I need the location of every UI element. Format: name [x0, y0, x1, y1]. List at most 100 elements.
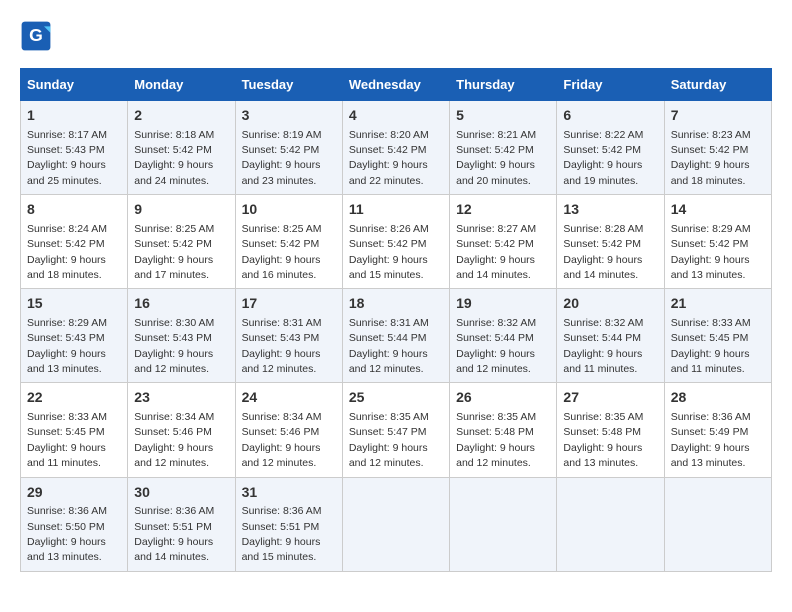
table-row: 16 Sunrise: 8:30 AM Sunset: 5:43 PM Dayli…	[128, 289, 235, 383]
table-row: 19 Sunrise: 8:32 AM Sunset: 5:44 PM Dayli…	[450, 289, 557, 383]
col-header-tuesday: Tuesday	[235, 69, 342, 101]
calendar-week-row: 29Sunrise: 8:36 AM Sunset: 5:50 PM Dayli…	[21, 477, 772, 571]
col-header-sunday: Sunday	[21, 69, 128, 101]
day-info: Sunrise: 8:21 AM Sunset: 5:42 PM Dayligh…	[456, 129, 536, 187]
day-number: 7	[671, 106, 765, 126]
day-info: Sunrise: 8:29 AM Sunset: 5:42 PM Dayligh…	[671, 223, 751, 281]
day-info: Sunrise: 8:36 AM Sunset: 5:51 PM Dayligh…	[134, 505, 214, 563]
day-info: Sunrise: 8:36 AM Sunset: 5:50 PM Dayligh…	[27, 505, 107, 563]
table-row: 14 Sunrise: 8:29 AM Sunset: 5:42 PM Dayli…	[664, 195, 771, 289]
day-number: 18	[349, 294, 443, 314]
calendar-week-row: 1 Sunrise: 8:17 AM Sunset: 5:43 PM Daylig…	[21, 101, 772, 195]
day-info: Sunrise: 8:30 AM Sunset: 5:43 PM Dayligh…	[134, 317, 214, 375]
day-info: Sunrise: 8:18 AM Sunset: 5:42 PM Dayligh…	[134, 129, 214, 187]
day-info: Sunrise: 8:25 AM Sunset: 5:42 PM Dayligh…	[242, 223, 322, 281]
day-number: 4	[349, 106, 443, 126]
day-info: Sunrise: 8:32 AM Sunset: 5:44 PM Dayligh…	[456, 317, 536, 375]
table-row: 23Sunrise: 8:34 AM Sunset: 5:46 PM Dayli…	[128, 383, 235, 477]
day-number: 31	[242, 483, 336, 503]
col-header-friday: Friday	[557, 69, 664, 101]
table-row: 2Sunrise: 8:18 AM Sunset: 5:42 PM Daylig…	[128, 101, 235, 195]
calendar-week-row: 8Sunrise: 8:24 AM Sunset: 5:42 PM Daylig…	[21, 195, 772, 289]
day-number: 30	[134, 483, 228, 503]
day-info: Sunrise: 8:33 AM Sunset: 5:45 PM Dayligh…	[27, 411, 107, 469]
day-info: Sunrise: 8:31 AM Sunset: 5:43 PM Dayligh…	[242, 317, 322, 375]
day-number: 17	[242, 294, 336, 314]
col-header-wednesday: Wednesday	[342, 69, 449, 101]
calendar-header-row: SundayMondayTuesdayWednesdayThursdayFrid…	[21, 69, 772, 101]
day-number: 11	[349, 200, 443, 220]
calendar-week-row: 22 Sunrise: 8:33 AM Sunset: 5:45 PM Dayli…	[21, 383, 772, 477]
table-row: 18Sunrise: 8:31 AM Sunset: 5:44 PM Dayli…	[342, 289, 449, 383]
table-row	[557, 477, 664, 571]
table-row: 3 Sunrise: 8:19 AM Sunset: 5:42 PM Daylig…	[235, 101, 342, 195]
day-info: Sunrise: 8:27 AM Sunset: 5:42 PM Dayligh…	[456, 223, 536, 281]
day-info: Sunrise: 8:28 AM Sunset: 5:42 PM Dayligh…	[563, 223, 643, 281]
table-row: 4 Sunrise: 8:20 AM Sunset: 5:42 PM Daylig…	[342, 101, 449, 195]
table-row: 29Sunrise: 8:36 AM Sunset: 5:50 PM Dayli…	[21, 477, 128, 571]
day-info: Sunrise: 8:35 AM Sunset: 5:47 PM Dayligh…	[349, 411, 429, 469]
table-row: 7 Sunrise: 8:23 AM Sunset: 5:42 PM Daylig…	[664, 101, 771, 195]
day-number: 23	[134, 388, 228, 408]
col-header-thursday: Thursday	[450, 69, 557, 101]
day-number: 1	[27, 106, 121, 126]
day-number: 14	[671, 200, 765, 220]
table-row: 24 Sunrise: 8:34 AM Sunset: 5:46 PM Dayli…	[235, 383, 342, 477]
day-info: Sunrise: 8:34 AM Sunset: 5:46 PM Dayligh…	[242, 411, 322, 469]
table-row: 31Sunrise: 8:36 AM Sunset: 5:51 PM Dayli…	[235, 477, 342, 571]
svg-text:G: G	[29, 25, 43, 45]
day-info: Sunrise: 8:19 AM Sunset: 5:42 PM Dayligh…	[242, 129, 322, 187]
col-header-monday: Monday	[128, 69, 235, 101]
table-row	[664, 477, 771, 571]
day-info: Sunrise: 8:32 AM Sunset: 5:44 PM Dayligh…	[563, 317, 643, 375]
day-number: 5	[456, 106, 550, 126]
day-info: Sunrise: 8:20 AM Sunset: 5:42 PM Dayligh…	[349, 129, 429, 187]
day-number: 10	[242, 200, 336, 220]
table-row: 20 Sunrise: 8:32 AM Sunset: 5:44 PM Dayli…	[557, 289, 664, 383]
logo: G	[20, 20, 56, 52]
table-row: 27Sunrise: 8:35 AM Sunset: 5:48 PM Dayli…	[557, 383, 664, 477]
table-row: 12 Sunrise: 8:27 AM Sunset: 5:42 PM Dayli…	[450, 195, 557, 289]
table-row	[450, 477, 557, 571]
table-row: 28Sunrise: 8:36 AM Sunset: 5:49 PM Dayli…	[664, 383, 771, 477]
day-number: 16	[134, 294, 228, 314]
day-info: Sunrise: 8:23 AM Sunset: 5:42 PM Dayligh…	[671, 129, 751, 187]
day-number: 26	[456, 388, 550, 408]
day-number: 20	[563, 294, 657, 314]
day-info: Sunrise: 8:36 AM Sunset: 5:49 PM Dayligh…	[671, 411, 751, 469]
day-number: 12	[456, 200, 550, 220]
table-row: 11 Sunrise: 8:26 AM Sunset: 5:42 PM Dayli…	[342, 195, 449, 289]
day-number: 24	[242, 388, 336, 408]
table-row: 25 Sunrise: 8:35 AM Sunset: 5:47 PM Dayli…	[342, 383, 449, 477]
table-row: 6Sunrise: 8:22 AM Sunset: 5:42 PM Daylig…	[557, 101, 664, 195]
table-row: 9Sunrise: 8:25 AM Sunset: 5:42 PM Daylig…	[128, 195, 235, 289]
table-row: 15Sunrise: 8:29 AM Sunset: 5:43 PM Dayli…	[21, 289, 128, 383]
day-number: 19	[456, 294, 550, 314]
day-number: 3	[242, 106, 336, 126]
day-info: Sunrise: 8:35 AM Sunset: 5:48 PM Dayligh…	[456, 411, 536, 469]
table-row: 13 Sunrise: 8:28 AM Sunset: 5:42 PM Dayli…	[557, 195, 664, 289]
table-row: 10 Sunrise: 8:25 AM Sunset: 5:42 PM Dayli…	[235, 195, 342, 289]
table-row: 8Sunrise: 8:24 AM Sunset: 5:42 PM Daylig…	[21, 195, 128, 289]
day-info: Sunrise: 8:36 AM Sunset: 5:51 PM Dayligh…	[242, 505, 322, 563]
day-number: 9	[134, 200, 228, 220]
page-header: G	[20, 20, 772, 52]
day-number: 6	[563, 106, 657, 126]
day-number: 21	[671, 294, 765, 314]
day-number: 27	[563, 388, 657, 408]
day-number: 8	[27, 200, 121, 220]
day-info: Sunrise: 8:17 AM Sunset: 5:43 PM Dayligh…	[27, 129, 107, 187]
calendar-week-row: 15Sunrise: 8:29 AM Sunset: 5:43 PM Dayli…	[21, 289, 772, 383]
day-number: 15	[27, 294, 121, 314]
table-row: 5 Sunrise: 8:21 AM Sunset: 5:42 PM Daylig…	[450, 101, 557, 195]
day-number: 29	[27, 483, 121, 503]
day-number: 25	[349, 388, 443, 408]
table-row: 17 Sunrise: 8:31 AM Sunset: 5:43 PM Dayli…	[235, 289, 342, 383]
day-info: Sunrise: 8:26 AM Sunset: 5:42 PM Dayligh…	[349, 223, 429, 281]
table-row: 30Sunrise: 8:36 AM Sunset: 5:51 PM Dayli…	[128, 477, 235, 571]
table-row	[342, 477, 449, 571]
day-number: 13	[563, 200, 657, 220]
table-row: 26 Sunrise: 8:35 AM Sunset: 5:48 PM Dayli…	[450, 383, 557, 477]
day-number: 22	[27, 388, 121, 408]
table-row: 21Sunrise: 8:33 AM Sunset: 5:45 PM Dayli…	[664, 289, 771, 383]
